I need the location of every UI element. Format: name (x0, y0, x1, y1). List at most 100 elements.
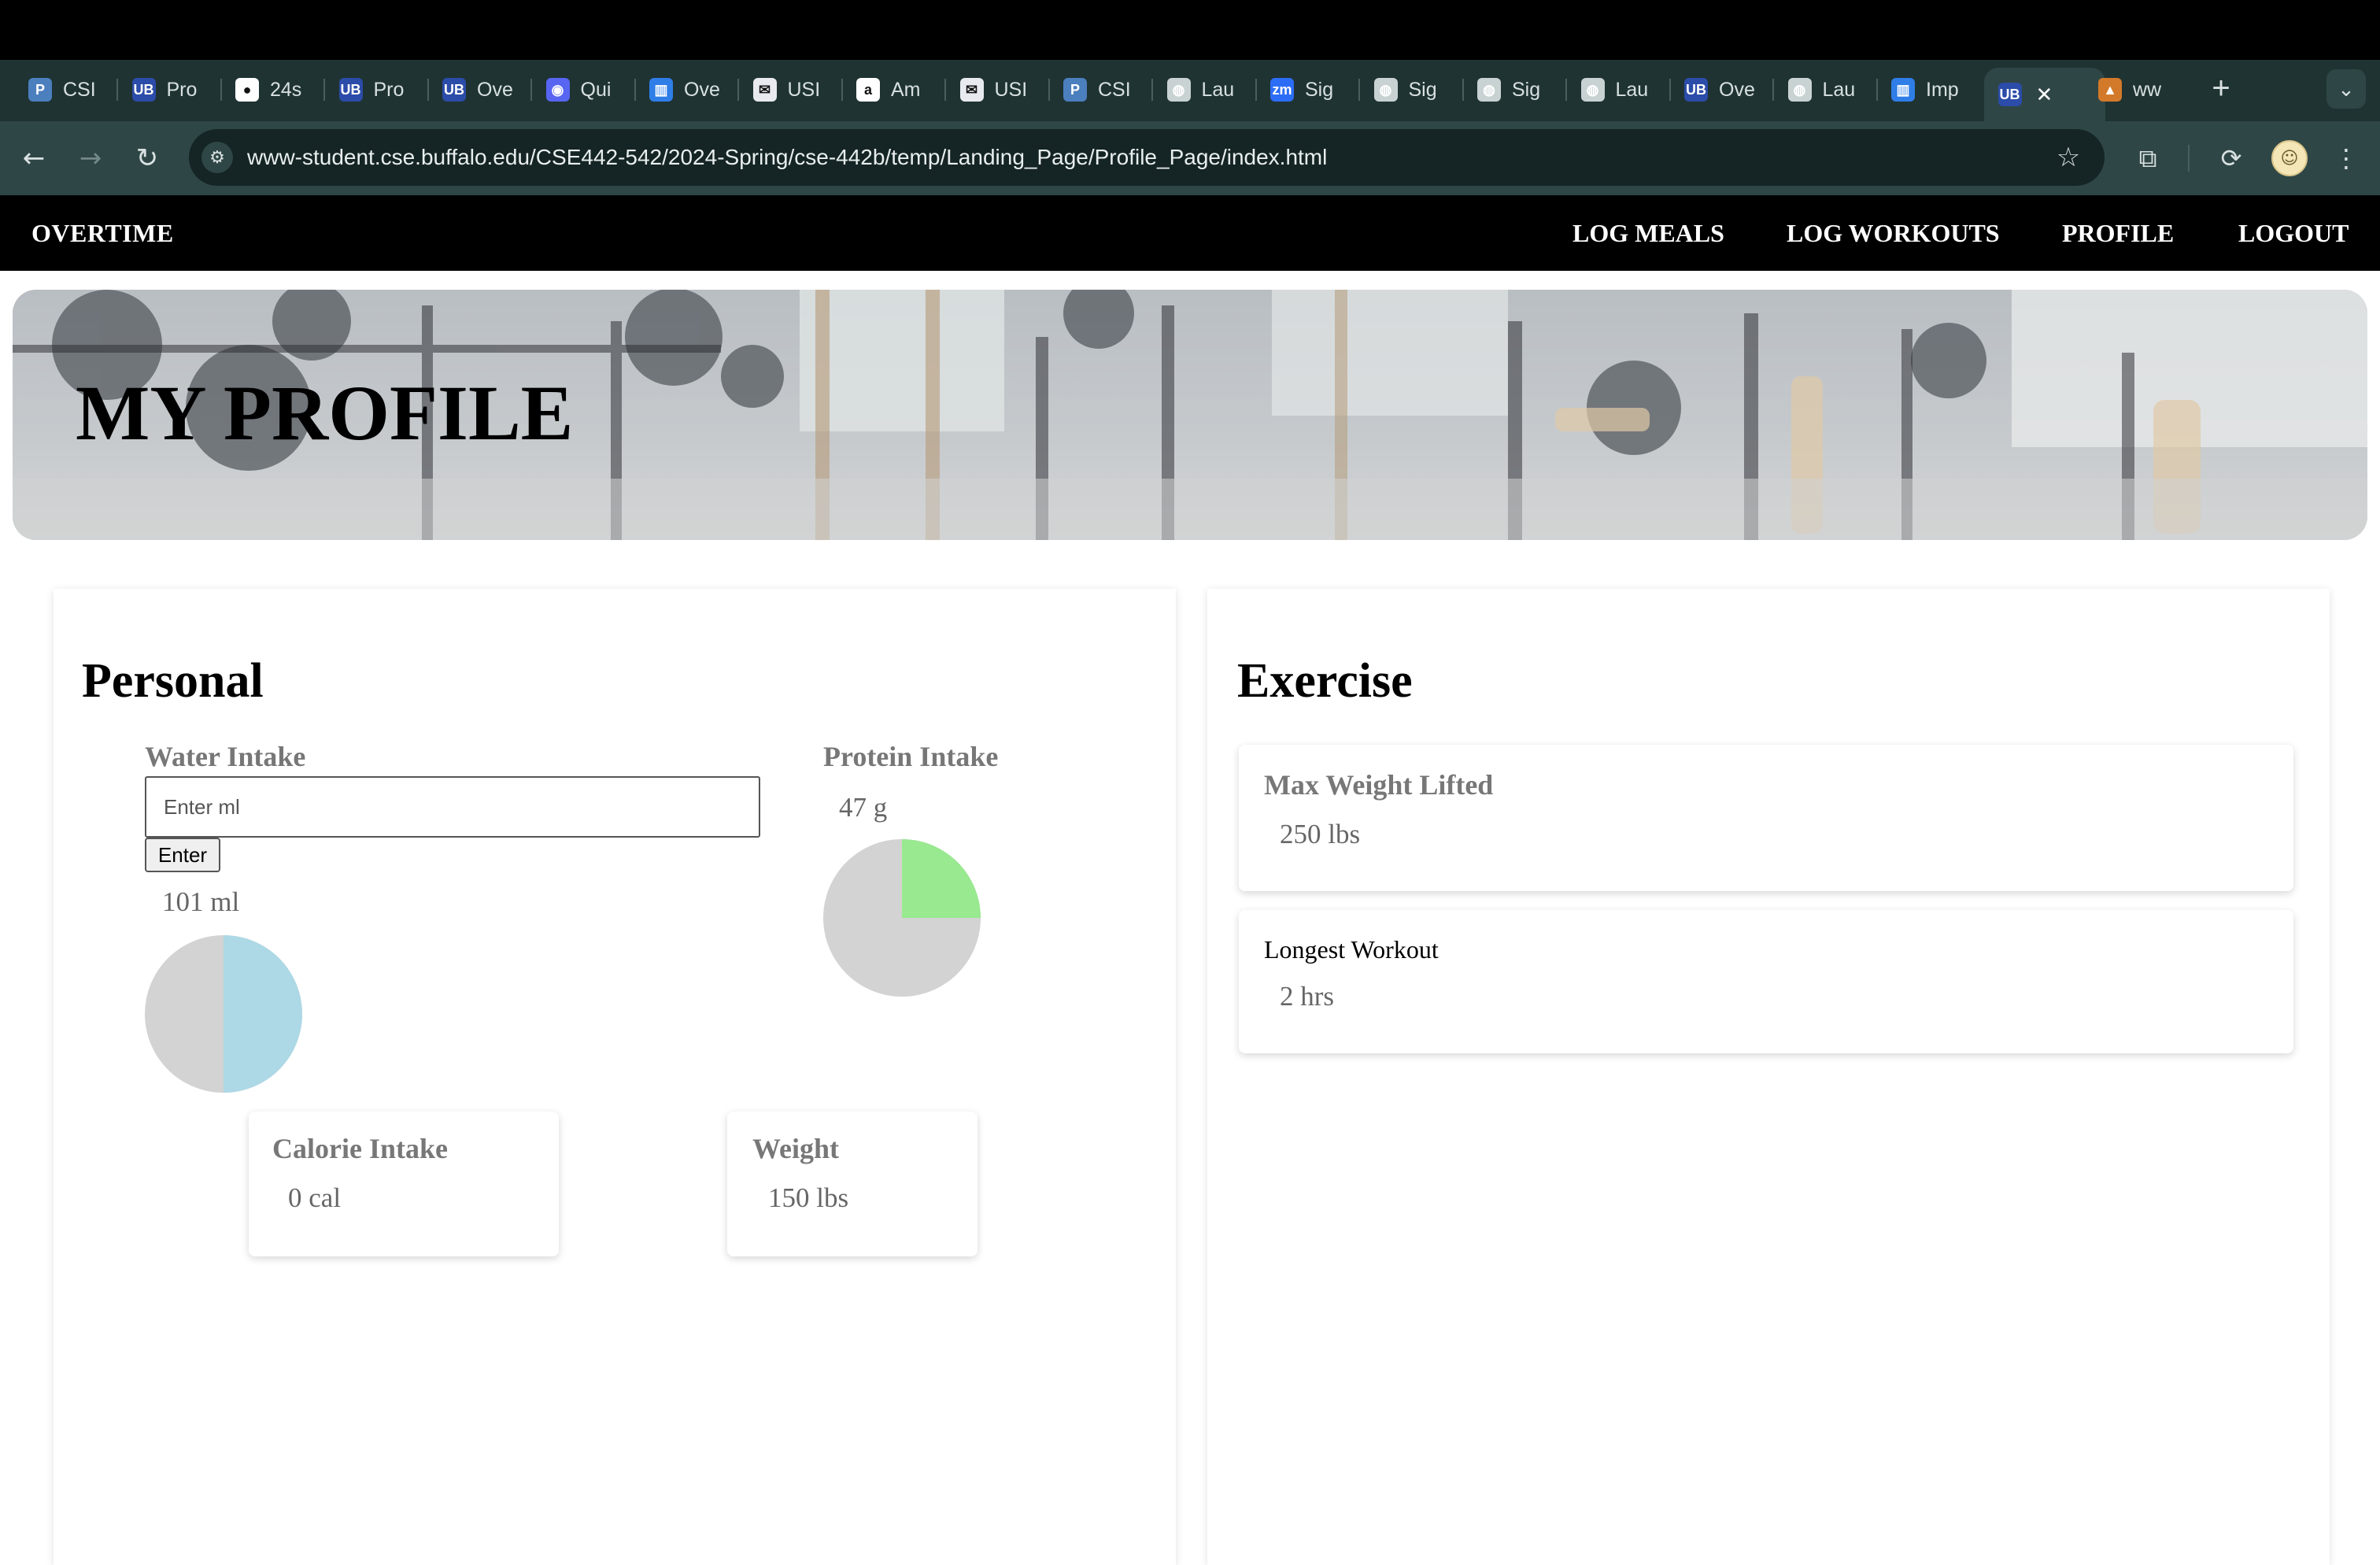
browser-tab[interactable]: ● 24s (235, 72, 314, 107)
browser-tab[interactable]: ✉ USI (752, 72, 832, 107)
globe-icon: ◍ (1166, 78, 1191, 102)
nav-log-workouts[interactable]: LOG WORKOUTS (1787, 195, 2000, 271)
protein-intake-value: 47 g (839, 792, 888, 823)
browser-tab[interactable]: zm Sig (1270, 72, 1349, 107)
discord-icon: ◉ (545, 78, 570, 102)
browser-tab[interactable]: ✉ USI (959, 72, 1039, 107)
forward-button[interactable]: → (69, 137, 112, 179)
tab-divider (1565, 79, 1567, 101)
max-weight-label: Max Weight Lifted (1264, 769, 1494, 801)
tab-title: Imp (1926, 78, 1959, 101)
nav-profile[interactable]: PROFILE (2062, 195, 2174, 271)
browser-tab[interactable]: UB ✕ (1983, 68, 2105, 121)
performance-icon[interactable]: ⟳ (2212, 139, 2251, 178)
tab-divider (427, 79, 429, 101)
water-intake-value: 101 ml (162, 886, 240, 917)
browser-tab[interactable]: ▥ Imp (1891, 72, 1970, 107)
exercise-heading: Exercise (1237, 654, 1413, 708)
weight-label: Weight (752, 1133, 840, 1164)
nav-logout[interactable]: LOGOUT (2238, 195, 2349, 271)
water-enter-button[interactable]: Enter (145, 838, 220, 872)
tab-title: Qui (580, 78, 612, 101)
ub-icon: UB (338, 78, 363, 102)
profile-avatar[interactable]: ☺ (2271, 140, 2308, 176)
bookmark-star-icon[interactable]: ☆ (2049, 139, 2087, 176)
amazon-icon: a (856, 78, 880, 102)
water-intake-pie-chart (145, 935, 302, 1093)
tab-divider (1462, 79, 1464, 101)
close-tab-icon[interactable]: ✕ (2036, 83, 2053, 107)
tab-title: Pro (166, 78, 198, 101)
new-tab-button[interactable]: + (2204, 72, 2238, 107)
back-button[interactable]: ← (13, 137, 55, 179)
zoom-icon: zm (1270, 78, 1294, 102)
menu-kebab-icon[interactable]: ⋮ (2326, 139, 2366, 178)
tab-title: CSI (63, 78, 96, 101)
nav-log-meals[interactable]: LOG MEALS (1572, 195, 1724, 271)
browser-tab[interactable]: UB Ove (1684, 72, 1763, 107)
water-intake-input[interactable] (145, 776, 760, 838)
tab-divider (841, 79, 843, 101)
longest-workout-card (1239, 910, 2293, 1053)
extensions-icon[interactable]: ⧉ (2128, 139, 2168, 178)
tab-title: Ove (1719, 78, 1755, 101)
tab-divider (220, 79, 222, 101)
tab-search-button[interactable]: ⌄ (2326, 69, 2366, 109)
browser-tab[interactable]: UB Ove (442, 72, 521, 107)
browser-tab[interactable]: ◉ Qui (545, 72, 625, 107)
tab-title: Sig (1408, 78, 1437, 101)
url-text[interactable]: www-student.cse.buffalo.edu/CSE442-542/2… (247, 140, 1327, 175)
browser-tab[interactable]: a Am (856, 72, 935, 107)
tab-title: Pro (373, 78, 405, 101)
browser-tab[interactable]: P CSI (1063, 72, 1142, 107)
globe-icon: ◍ (1787, 78, 1812, 102)
protein-intake-pie-chart (823, 839, 981, 997)
brand-logo-text[interactable]: OVERTIME (31, 195, 174, 271)
browser-tab[interactable]: P CSI (28, 72, 107, 107)
browser-tab[interactable]: ◍ Sig (1477, 72, 1556, 107)
tab-title: CSI (1098, 78, 1131, 101)
tab-title: Lau (1822, 78, 1856, 101)
browser-tab[interactable]: ▥ Ove (649, 72, 728, 107)
tab-divider (530, 79, 532, 101)
ziggurat-icon: ▲ (2098, 78, 2122, 102)
mail-icon: ✉ (959, 78, 984, 102)
longest-workout-label: Longest Workout (1264, 935, 1439, 964)
browser-tab[interactable]: ◍ Lau (1166, 72, 1246, 107)
water-intake-label: Water Intake (145, 741, 306, 772)
globe-icon: ◍ (1373, 78, 1398, 102)
tab-divider (1358, 79, 1360, 101)
globe-icon: ◍ (1477, 78, 1501, 102)
browser-tab[interactable]: UB Pro (131, 72, 211, 107)
page-title: MY PROFILE (76, 369, 574, 457)
toolbar-divider (2188, 145, 2190, 172)
browser-tab[interactable]: ◍ Lau (1787, 72, 1867, 107)
tab-divider (323, 79, 325, 101)
tab-title: Sig (1305, 78, 1334, 101)
ub-icon: UB (1684, 78, 1708, 102)
tab-divider (1048, 79, 1050, 101)
reload-button[interactable]: ↻ (126, 137, 168, 179)
ub-icon: UB (1998, 83, 2022, 106)
ub-icon: UB (442, 78, 466, 102)
tab-title: Ove (477, 78, 513, 101)
globe-icon: ◍ (1580, 78, 1605, 102)
tab-divider (634, 79, 636, 101)
tab-title: Lau (1201, 78, 1235, 101)
site-info-icon[interactable]: ⚙ (201, 142, 233, 173)
browser-tab[interactable]: ◍ Lau (1580, 72, 1660, 107)
tab-title: USI (994, 78, 1028, 101)
browser-tab[interactable]: UB Pro (338, 72, 418, 107)
max-weight-card (1239, 745, 2293, 891)
water-pie-fill (224, 935, 302, 1093)
exercise-panel (1207, 589, 2330, 1565)
protein-intake-label: Protein Intake (823, 741, 999, 772)
max-weight-value: 250 lbs (1280, 819, 1361, 849)
browser-tab[interactable]: ▲ ww (2098, 72, 2177, 107)
tab-title: ww (2133, 78, 2162, 101)
tab-divider (1151, 79, 1153, 101)
trello-icon: ▥ (1891, 78, 1915, 102)
browser-tab[interactable]: ◍ Sig (1373, 72, 1453, 107)
window-title-bar (0, 0, 2380, 60)
tab-title: Ove (684, 78, 720, 101)
